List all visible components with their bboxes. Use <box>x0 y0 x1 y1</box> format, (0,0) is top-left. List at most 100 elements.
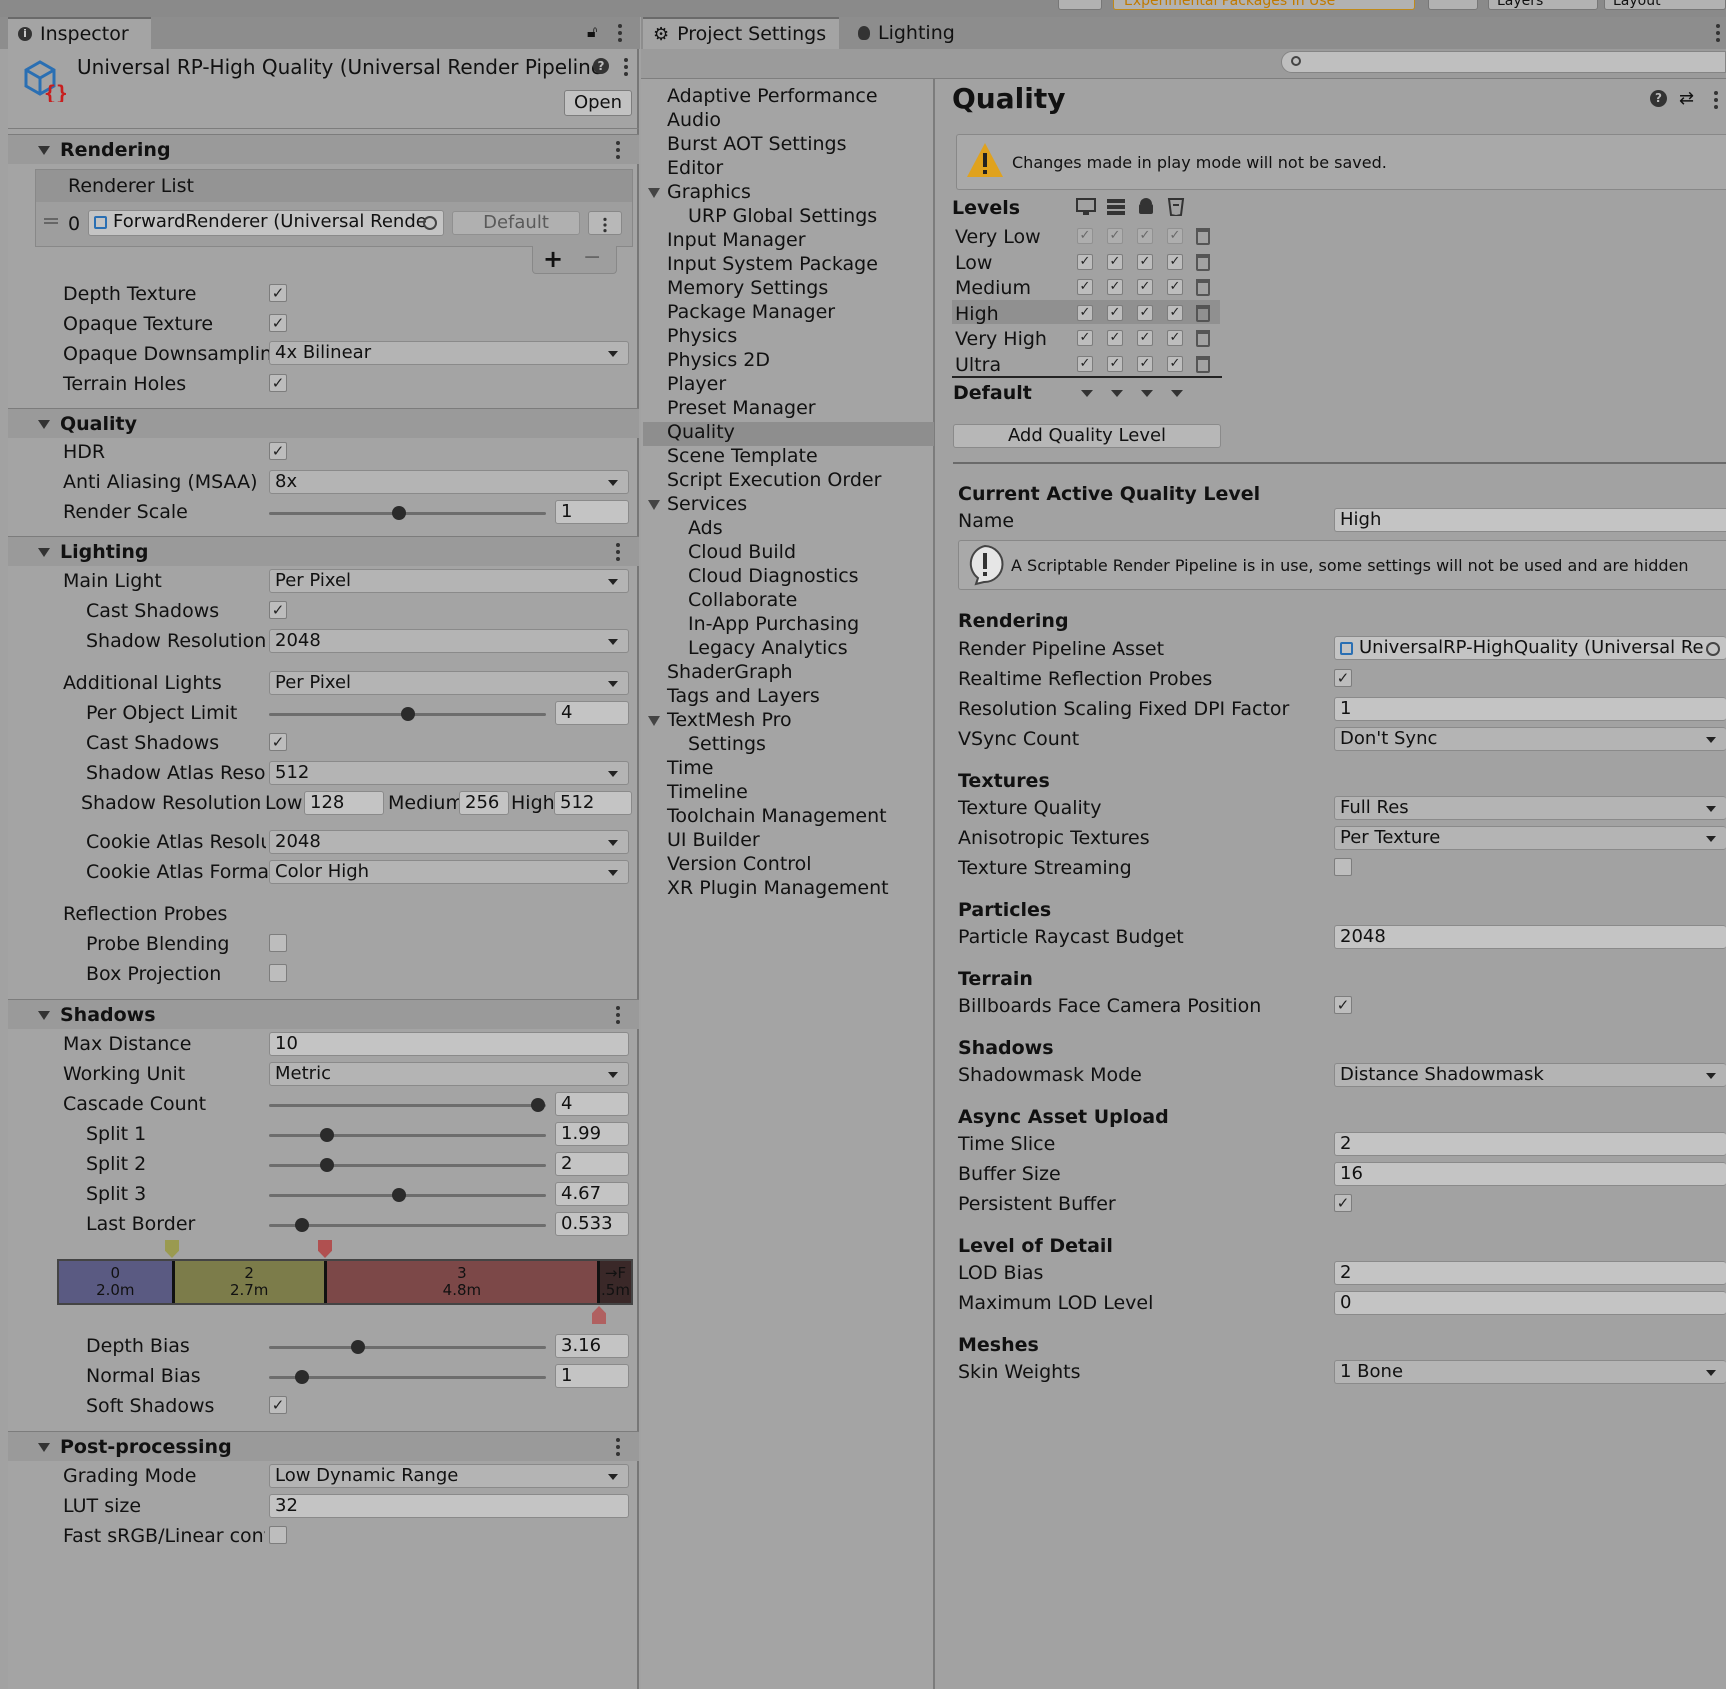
default-level-dropdown-icon[interactable] <box>1171 390 1183 397</box>
trash-icon[interactable] <box>1196 253 1210 271</box>
texture-quality-dropdown[interactable]: Full Res <box>1334 796 1726 820</box>
level-platform-checkbox[interactable]: ✓ <box>1167 304 1183 321</box>
nav-item-urp-global-settings[interactable]: URP Global Settings <box>688 205 877 227</box>
layers-dropdown[interactable]: Layers <box>1488 0 1598 10</box>
nav-item-toolchain-management[interactable]: Toolchain Management <box>667 805 887 827</box>
raycast-budget-field[interactable]: 2048 <box>1334 925 1726 949</box>
hdr-checkbox[interactable]: ✓ <box>269 442 287 460</box>
dpi-factor-field[interactable]: 1 <box>1334 697 1726 721</box>
level-platform-checkbox[interactable]: ✓ <box>1167 228 1183 244</box>
nav-item-package-manager[interactable]: Package Manager <box>667 301 835 323</box>
nav-item-input-manager[interactable]: Input Manager <box>667 229 806 251</box>
opaque-texture-checkbox[interactable]: ✓ <box>269 314 287 332</box>
level-row-label[interactable]: Very Low <box>955 226 1041 248</box>
open-button[interactable]: Open <box>564 90 632 116</box>
level-name-field[interactable]: High <box>1334 508 1726 532</box>
slider-track[interactable] <box>269 1194 546 1197</box>
help-icon[interactable]: ? <box>1650 90 1667 107</box>
last-border-field[interactable]: 0.533 <box>555 1212 629 1236</box>
slider-track[interactable] <box>269 1134 546 1137</box>
slider-knob[interactable] <box>400 707 415 721</box>
billboards-checkbox[interactable]: ✓ <box>1334 996 1352 1014</box>
tab-inspector[interactable]: i Inspector <box>8 17 151 49</box>
opaque-downsampling-dropdown[interactable]: 4x Bilinear <box>269 341 629 365</box>
level-row-label[interactable]: Low <box>955 252 992 274</box>
main-cast-shadows-checkbox[interactable]: ✓ <box>269 601 287 619</box>
add-renderer-button[interactable]: + <box>543 245 563 273</box>
nav-item-quality[interactable]: Quality <box>667 421 735 443</box>
split1-field[interactable]: 1.99 <box>555 1122 629 1146</box>
nav-item-legacy-analytics[interactable]: Legacy Analytics <box>688 637 848 659</box>
nav-item-cloud-build[interactable]: Cloud Build <box>688 541 796 563</box>
nav-foldout-icon[interactable] <box>648 188 660 198</box>
level-platform-checkbox[interactable]: ✓ <box>1137 279 1153 295</box>
realtime-reflection-checkbox[interactable]: ✓ <box>1334 669 1352 687</box>
per-object-limit-field[interactable]: 4 <box>555 701 629 725</box>
level-platform-checkbox[interactable]: ✓ <box>1137 228 1153 244</box>
nav-foldout-icon[interactable] <box>648 716 660 726</box>
render-pipeline-asset-field[interactable]: UniversalRP-HighQuality (Universal Re <box>1334 636 1726 660</box>
persistent-buffer-checkbox[interactable]: ✓ <box>1334 1194 1352 1212</box>
nav-item-input-system-package[interactable]: Input System Package <box>667 253 878 275</box>
level-row-label[interactable]: Ultra <box>955 354 1001 376</box>
main-light-dropdown[interactable]: Per Pixel <box>269 569 629 593</box>
terrain-holes-checkbox[interactable]: ✓ <box>269 374 287 392</box>
nav-item-audio[interactable]: Audio <box>667 109 721 131</box>
trash-icon[interactable] <box>1196 279 1210 296</box>
drag-handle-icon[interactable] <box>44 218 58 224</box>
lighting-section-header[interactable]: Lighting <box>8 536 639 566</box>
presets-icon[interactable]: ⇄ <box>1679 88 1694 109</box>
level-platform-checkbox[interactable]: ✓ <box>1107 228 1123 244</box>
level-platform-checkbox[interactable]: ✓ <box>1077 330 1093 346</box>
nav-item-settings[interactable]: Settings <box>688 733 766 755</box>
nav-item-time[interactable]: Time <box>667 757 714 779</box>
default-level-dropdown-icon[interactable] <box>1111 390 1123 397</box>
slider-track[interactable] <box>269 1376 546 1379</box>
level-platform-checkbox[interactable]: ✓ <box>1077 355 1093 372</box>
fast-srgb-checkbox[interactable] <box>269 1526 287 1544</box>
nav-item-physics-2d[interactable]: Physics 2D <box>667 349 770 371</box>
object-picker-icon[interactable] <box>1706 642 1720 656</box>
slider-knob[interactable] <box>350 1340 365 1354</box>
tab-lighting[interactable]: Lighting <box>848 17 978 49</box>
level-platform-checkbox[interactable]: ✓ <box>1077 304 1093 321</box>
trash-icon[interactable] <box>1196 228 1210 245</box>
additional-cast-shadows-checkbox[interactable]: ✓ <box>269 733 287 751</box>
inspector-menu-icon[interactable] <box>618 24 622 42</box>
shadowmask-dropdown[interactable]: Distance Shadowmask <box>1334 1063 1726 1087</box>
remove-renderer-button[interactable]: − <box>583 245 601 270</box>
history-button[interactable] <box>1058 0 1102 10</box>
level-platform-checkbox[interactable]: ✓ <box>1167 355 1183 372</box>
level-platform-checkbox[interactable]: ✓ <box>1107 330 1123 346</box>
nav-item-textmesh-pro[interactable]: TextMesh Pro <box>667 709 792 731</box>
nav-item-cloud-diagnostics[interactable]: Cloud Diagnostics <box>688 565 859 587</box>
level-platform-checkbox[interactable]: ✓ <box>1167 279 1183 295</box>
max-distance-field[interactable]: 10 <box>269 1032 629 1056</box>
nav-item-script-execution-order[interactable]: Script Execution Order <box>667 469 881 491</box>
skin-weights-dropdown[interactable]: 1 Bone <box>1334 1360 1726 1384</box>
renderer-object-field[interactable]: ForwardRenderer (Universal Rende <box>88 210 444 236</box>
nav-item-scene-template[interactable]: Scene Template <box>667 445 818 467</box>
default-renderer-button[interactable]: Default <box>452 211 580 235</box>
nav-item-in-app-purchasing[interactable]: In-App Purchasing <box>688 613 859 635</box>
nav-item-ads[interactable]: Ads <box>688 517 723 539</box>
tier-high-field[interactable]: 512 <box>554 791 632 815</box>
nav-item-adaptive-performance[interactable]: Adaptive Performance <box>667 85 878 107</box>
split2-field[interactable]: 2 <box>555 1152 629 1176</box>
depth-texture-checkbox[interactable]: ✓ <box>269 284 287 302</box>
buffer-size-field[interactable]: 16 <box>1334 1162 1726 1186</box>
level-platform-checkbox[interactable]: ✓ <box>1107 355 1123 372</box>
shadow-resolution-dropdown[interactable]: 2048 <box>269 629 629 653</box>
nav-item-physics[interactable]: Physics <box>667 325 737 347</box>
postprocessing-section-header[interactable]: Post-processing <box>8 1431 639 1461</box>
renderer-item-menu[interactable] <box>588 211 622 235</box>
cookie-atlas-format-dropdown[interactable]: Color High <box>269 860 629 884</box>
slider-track[interactable] <box>269 1346 546 1349</box>
trash-icon[interactable] <box>1196 355 1210 373</box>
nav-item-collaborate[interactable]: Collaborate <box>688 589 797 611</box>
rendering-menu-icon[interactable] <box>616 141 620 159</box>
nav-item-ui-builder[interactable]: UI Builder <box>667 829 760 851</box>
quality-menu-icon[interactable] <box>1714 91 1718 109</box>
nav-foldout-icon[interactable] <box>648 500 660 510</box>
shadow-atlas-dropdown[interactable]: 512 <box>269 761 629 785</box>
